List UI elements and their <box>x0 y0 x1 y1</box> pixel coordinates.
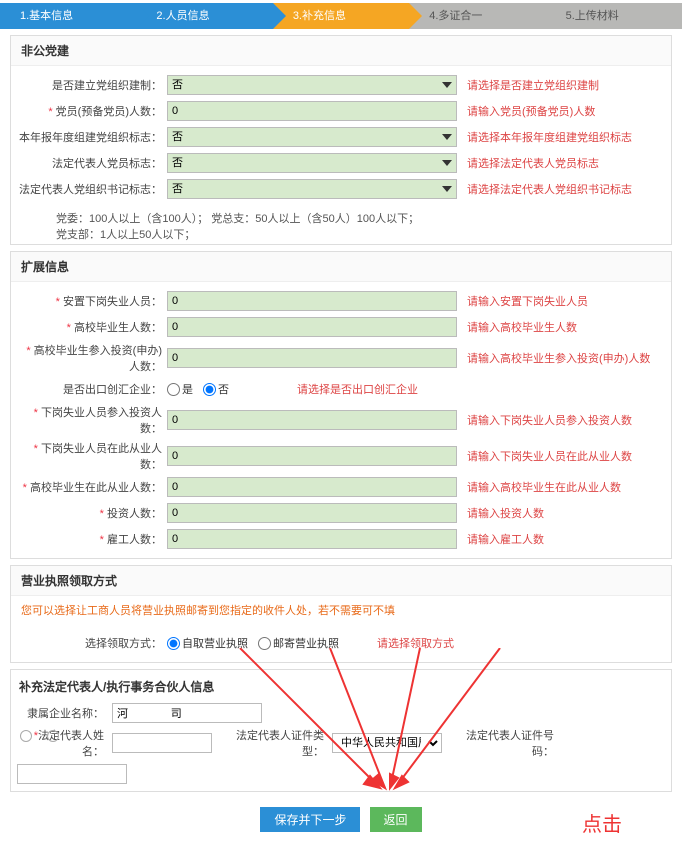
party-input-1[interactable] <box>167 101 457 121</box>
ext-radio-opt[interactable] <box>203 383 216 396</box>
panel-license-title: 营业执照领取方式 <box>11 566 671 596</box>
ext-input-1[interactable] <box>167 317 457 337</box>
ext-input-8[interactable] <box>167 529 457 549</box>
page-dots <box>20 730 59 742</box>
ext-label-6: 高校毕业生在此从业人数： <box>30 482 162 494</box>
pickup-mail-radio[interactable] <box>258 637 271 650</box>
panel-legal-title: 补充法定代表人/执行事务合伙人信息 <box>17 675 665 701</box>
ext-input-5[interactable] <box>167 446 457 466</box>
click-annotation: 点击 <box>582 808 622 837</box>
panel-legal: 补充法定代表人/执行事务合伙人信息 隶属企业名称： *法定代表人姓名： 法定代表… <box>10 669 672 792</box>
pickup-hint: 请选择领取方式 <box>367 635 665 651</box>
ext-hint-3: 请选择是否出口创汇企业 <box>287 381 665 397</box>
pickup-radio-group[interactable]: 自取营业执照 邮寄营业执照 <box>167 633 367 653</box>
party-hint-0: 请选择是否建立党组织建制 <box>457 77 665 93</box>
ext-hint-1: 请输入高校毕业生人数 <box>457 319 665 335</box>
ext-hint-6: 请输入高校毕业生在此从业人数 <box>457 479 665 495</box>
pickup-label: 选择领取方式： <box>17 635 167 651</box>
ext-label-5: 下岗失业人员在此从业人数： <box>41 443 162 471</box>
party-label-3: 法定代表人党员标志： <box>52 158 162 170</box>
panel-extend-title: 扩展信息 <box>11 252 671 282</box>
ext-hint-5: 请输入下岗失业人员在此从业人数 <box>457 448 665 464</box>
ext-input-4[interactable] <box>167 410 457 430</box>
step-1[interactable]: 1.基本信息 <box>0 3 136 29</box>
pickup-self-radio[interactable] <box>167 637 180 650</box>
party-select-2[interactable]: 否 <box>167 127 457 147</box>
party-label-0: 是否建立党组织建制： <box>52 80 162 92</box>
party-note: 党委：100人以上（含100人）； 党总支：50人以上（含50人）100人以下；… <box>11 208 671 244</box>
party-select-3[interactable]: 否 <box>167 153 457 173</box>
idtype-label: 法定代表人证件类型： <box>217 727 327 759</box>
back-button[interactable]: 返回 <box>370 807 422 832</box>
ext-radio-opt[interactable] <box>167 383 180 396</box>
ext-radio-3[interactable]: 是否 <box>167 379 287 399</box>
ext-label-4: 下岗失业人员参入投资人数： <box>41 407 162 435</box>
panel-party-title: 非公党建 <box>11 36 671 66</box>
ext-label-8: 雇工人数： <box>107 534 162 546</box>
ext-input-6[interactable] <box>167 477 457 497</box>
legal-name-input[interactable] <box>112 733 212 753</box>
dot-icon <box>47 730 59 742</box>
step-4[interactable]: 4.多证合一 <box>409 3 545 29</box>
party-select-4[interactable]: 否 <box>167 179 457 199</box>
save-next-button[interactable]: 保存并下一步 <box>260 807 360 832</box>
panel-party: 非公党建 是否建立党组织建制：否请选择是否建立党组织建制* 党员(预备党员)人数… <box>10 35 672 245</box>
ext-input-2[interactable] <box>167 348 457 368</box>
ext-hint-8: 请输入雇工人数 <box>457 531 665 547</box>
ext-label-7: 投资人数： <box>107 508 162 520</box>
ext-label-1: 高校毕业生人数： <box>74 322 162 334</box>
step-2[interactable]: 2.人员信息 <box>136 3 272 29</box>
ext-label-0: 安置下岗失业人员： <box>63 296 162 308</box>
idno-input[interactable] <box>17 764 127 784</box>
party-label-1: 党员(预备党员)人数： <box>56 106 162 118</box>
ext-label-2: 高校毕业生参入投资(申办)人数： <box>34 345 162 373</box>
company-input[interactable] <box>112 703 262 723</box>
panel-license: 营业执照领取方式 您可以选择让工商人员将营业执照邮寄到您指定的收件人处，若不需要… <box>10 565 672 663</box>
party-hint-2: 请选择本年报年度组建党组织标志 <box>457 129 665 145</box>
party-label-2: 本年报年度组建党组织标志： <box>19 132 162 144</box>
party-hint-1: 请输入党员(预备党员)人数 <box>457 103 665 119</box>
step-3[interactable]: 3.补充信息 <box>273 3 409 29</box>
ext-hint-0: 请输入安置下岗失业人员 <box>457 293 665 309</box>
dot-icon <box>20 730 32 742</box>
party-hint-3: 请选择法定代表人党员标志 <box>457 155 665 171</box>
step-nav: 1.基本信息 2.人员信息 3.补充信息 4.多证合一 5.上传材料 <box>0 3 682 29</box>
button-bar: 保存并下一步 返回 <box>0 807 682 832</box>
ext-input-0[interactable] <box>167 291 457 311</box>
license-tip: 您可以选择让工商人员将营业执照邮寄到您指定的收件人处，若不需要可不填 <box>11 596 671 624</box>
idtype-select[interactable]: 中华人民共和国居民 <box>332 733 442 753</box>
ext-label-3: 是否出口创汇企业： <box>63 384 162 396</box>
ext-hint-4: 请输入下岗失业人员参入投资人数 <box>457 412 665 428</box>
party-label-4: 法定代表人党组织书记标志： <box>19 184 162 196</box>
idno-label: 法定代表人证件号码： <box>447 727 557 759</box>
ext-hint-7: 请输入投资人数 <box>457 505 665 521</box>
party-hint-4: 请选择法定代表人党组织书记标志 <box>457 181 665 197</box>
ext-hint-2: 请输入高校毕业生参入投资(申办)人数 <box>457 350 665 366</box>
company-label: 隶属企业名称： <box>17 705 107 721</box>
panel-extend: 扩展信息 * 安置下岗失业人员：请输入安置下岗失业人员* 高校毕业生人数：请输入… <box>10 251 672 559</box>
party-select-0[interactable]: 否 <box>167 75 457 95</box>
ext-input-7[interactable] <box>167 503 457 523</box>
step-5[interactable]: 5.上传材料 <box>546 3 682 29</box>
